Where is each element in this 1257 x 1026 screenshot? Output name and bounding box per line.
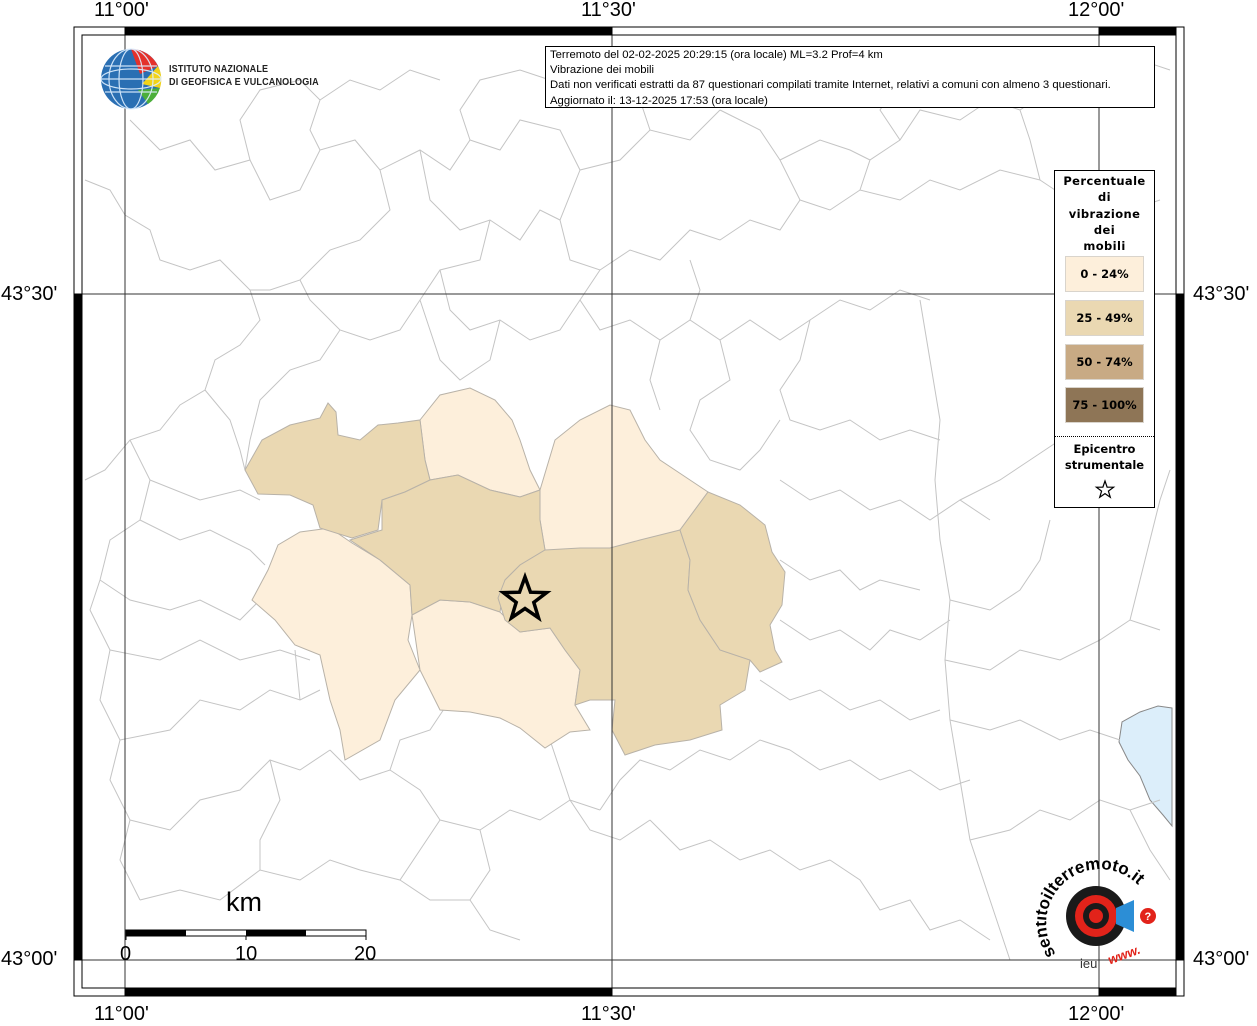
lon-label-bottom-1: 11°00' xyxy=(94,1003,149,1025)
legend-epicenter-line: strumentale xyxy=(1064,458,1145,472)
legend: Percentuale di vibrazione dei mobili 0 -… xyxy=(1054,170,1155,508)
ingv-line-2: DI GEOFISICA E VULCANOLOGIA xyxy=(169,76,319,88)
ingv-line-1: ISTITUTO NAZIONALE xyxy=(169,63,269,75)
lat-label-right-2: 43°00' xyxy=(1193,948,1250,970)
update-time: Aggiornato il: 13-12-2025 17:53 (ora loc… xyxy=(550,94,768,107)
legend-star-icon xyxy=(1094,479,1116,499)
legend-separator xyxy=(1055,436,1154,437)
legend-epicenter-line: Epicentro xyxy=(1073,442,1136,456)
legend-title-line: di xyxy=(1098,190,1111,205)
lat-label-right-1: 43°30' xyxy=(1193,283,1250,305)
lat-label-left-2: 43°00' xyxy=(1,948,58,970)
legend-title-line: dei xyxy=(1093,222,1116,237)
svg-text:?: ? xyxy=(1145,911,1152,923)
legend-class-2: 50 - 74% xyxy=(1065,344,1144,380)
sentito-suffix: ieu xyxy=(1080,956,1097,970)
scale-tick-20: 20 xyxy=(354,943,377,965)
event-line: Terremoto del 02-02-2025 20:29:15 (ora l… xyxy=(550,49,883,61)
legend-class-0: 0 - 24% xyxy=(1065,256,1144,292)
legend-title-line: vibrazione xyxy=(1068,206,1141,221)
legend-class-label: 75 - 100% xyxy=(1072,398,1137,412)
legend-title-line: mobili xyxy=(1083,239,1126,254)
event-info-box: Terremoto del 02-02-2025 20:29:15 (ora l… xyxy=(545,46,1155,108)
legend-epicenter-label: Epicentro strumentale xyxy=(1055,441,1154,473)
lat-label-left-1: 43°30' xyxy=(1,283,58,305)
scale-tick-0: 0 xyxy=(120,943,132,965)
legend-class-1: 25 - 49% xyxy=(1065,300,1144,336)
sentito-url-text: www. xyxy=(1106,942,1143,968)
legend-class-label: 25 - 49% xyxy=(1076,311,1133,325)
legend-title: Percentuale di vibrazione dei mobili xyxy=(1055,173,1154,254)
legend-class-label: 50 - 74% xyxy=(1076,355,1133,369)
legend-class-3: 75 - 100% xyxy=(1065,387,1144,423)
lon-label-top-3: 12°00' xyxy=(1068,0,1125,21)
data-note: Dati non verificati estratti da 87 quest… xyxy=(550,79,1111,92)
scale-unit: km xyxy=(226,887,262,917)
lon-label-top-2: 11°30' xyxy=(581,0,636,21)
legend-title-line: Percentuale xyxy=(1063,174,1146,188)
lon-label-bottom-2: 11°30' xyxy=(581,1003,636,1025)
sentito-il-terremoto-logo: sentitoilterremoto.it ? www. ieu xyxy=(1031,854,1164,971)
lon-label-top-1: 11°00' xyxy=(94,0,149,21)
scale-tick-10: 10 xyxy=(235,943,258,965)
map-subject: Vibrazione dei mobili xyxy=(550,64,655,77)
lon-label-bottom-3: 12°00' xyxy=(1068,1003,1125,1025)
legend-class-label: 0 - 24% xyxy=(1080,267,1129,281)
ingv-logo-text: ISTITUTO NAZIONALE DI GEOFISICA E VULCAN… xyxy=(169,63,319,89)
